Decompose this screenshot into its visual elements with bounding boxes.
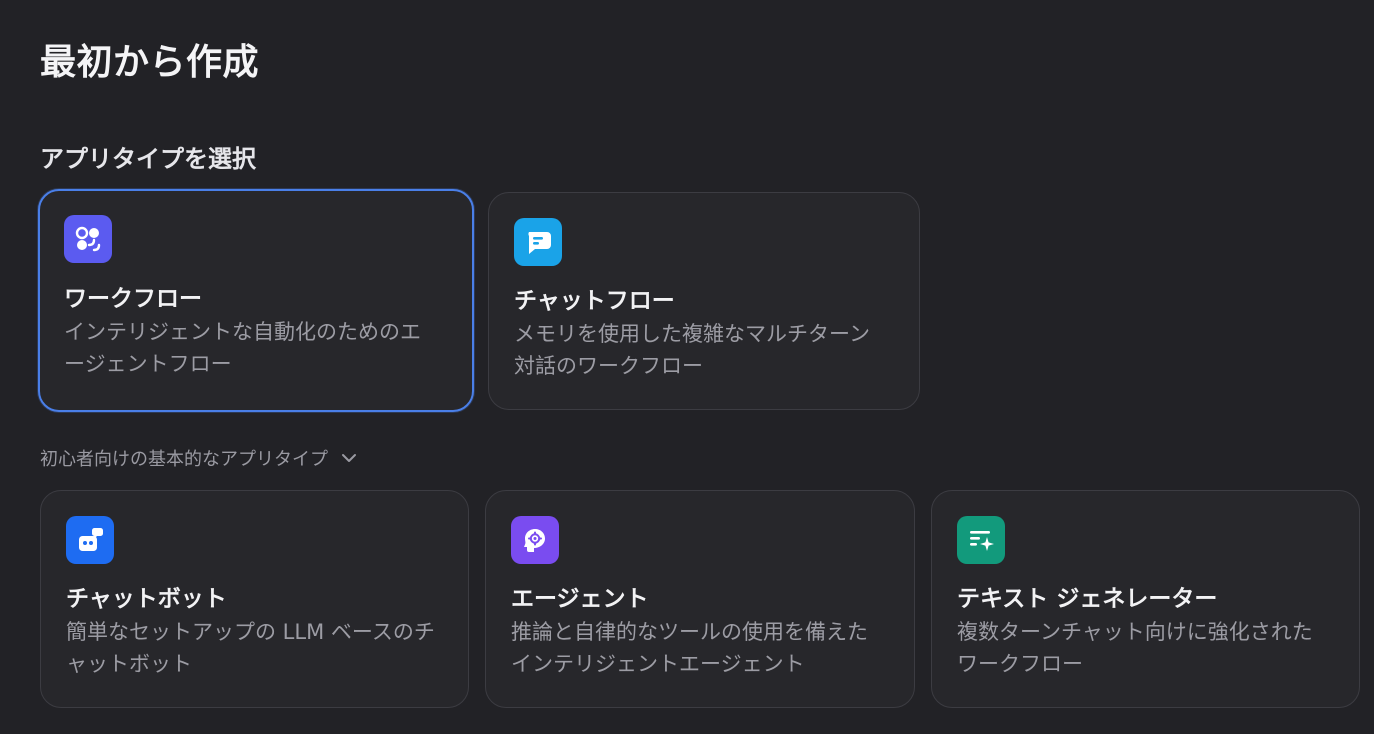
workflow-icon: [64, 215, 112, 263]
page-title: 最初から作成: [40, 42, 260, 83]
card-description: 複数ターンチャット向けに強化されたワークフロー: [957, 620, 1313, 676]
basic-app-types-label: 初心者向けの基本的なアプリタイプ: [40, 449, 328, 470]
card-description: メモリを使用した複雑なマルチターン対話のワークフロー: [514, 322, 870, 378]
bot-icon: [66, 516, 114, 564]
card-description: 推論と自律的なツールの使用を備えたインテリジェントエージェント: [511, 620, 868, 676]
chevron-down-icon: [340, 449, 358, 467]
create-from-scratch-page: 最初から作成 アプリタイプを選択 ワークフロー インテリジェントな自動化のための…: [0, 0, 1374, 734]
text-sparkle-icon: [957, 516, 1005, 564]
card-title: エージェント: [511, 586, 649, 612]
section-title-app-type: アプリタイプを選択: [40, 145, 256, 173]
card-title: ワークフロー: [64, 286, 202, 312]
app-type-card-chatflow[interactable]: チャットフロー メモリを使用した複雑なマルチターン対話のワークフロー: [488, 192, 920, 410]
card-description: 簡単なセットアップの LLM ベースのチャットボット: [66, 620, 435, 676]
card-title: チャットフロー: [514, 288, 675, 314]
chat-bubble-icon: [514, 218, 562, 266]
app-type-card-chatbot[interactable]: チャットボット 簡単なセットアップの LLM ベースのチャットボット: [40, 490, 469, 708]
app-type-card-agent[interactable]: エージェント 推論と自律的なツールの使用を備えたインテリジェントエージェント: [485, 490, 915, 708]
app-type-card-workflow[interactable]: ワークフロー インテリジェントな自動化のためのエージェントフロー: [38, 189, 474, 412]
basic-app-types-toggle[interactable]: 初心者向けの基本的なアプリタイプ: [40, 445, 358, 471]
agent-head-icon: [511, 516, 559, 564]
card-title: チャットボット: [66, 586, 227, 612]
app-type-card-text-generator[interactable]: テキスト ジェネレーター 複数ターンチャット向けに強化されたワークフロー: [931, 490, 1360, 708]
card-title: テキスト ジェネレーター: [957, 586, 1218, 612]
card-description: インテリジェントな自動化のためのエージェントフロー: [64, 320, 421, 376]
